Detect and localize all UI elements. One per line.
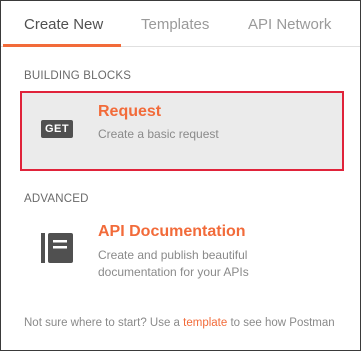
request-card[interactable]: GET Request Create a basic request [20, 91, 344, 171]
footer-hint: Not sure where to start? Use a template … [24, 317, 335, 329]
get-method-icon: GET [41, 120, 73, 138]
request-card-description: Create a basic request [98, 127, 219, 141]
api-documentation-icon [41, 233, 73, 263]
tab-templates[interactable]: Templates [141, 16, 209, 33]
template-link[interactable]: template [183, 317, 227, 329]
active-tab-indicator [3, 44, 121, 47]
api-documentation-card[interactable]: API Documentation Create and publish bea… [20, 215, 344, 281]
section-label-building-blocks: BUILDING BLOCKS [24, 70, 132, 82]
api-documentation-description: Create and publish beautiful documentati… [98, 247, 249, 281]
api-documentation-title: API Documentation [98, 223, 246, 240]
tab-api-network[interactable]: API Network [248, 16, 331, 33]
footer-suffix: to see how Postman [227, 317, 335, 329]
tab-create-new[interactable]: Create New [24, 16, 103, 33]
footer-prefix: Not sure where to start? Use a [24, 317, 184, 329]
api-documentation-description-line2: documentation for your APIs [98, 265, 249, 279]
api-documentation-description-line1: Create and publish beautiful [98, 248, 248, 262]
tab-bar: Create New Templates API Network [1, 1, 360, 47]
section-label-advanced: ADVANCED [24, 193, 89, 205]
request-card-title: Request [98, 103, 162, 120]
create-new-panel: Create New Templates API Network BUILDIN… [0, 0, 361, 351]
